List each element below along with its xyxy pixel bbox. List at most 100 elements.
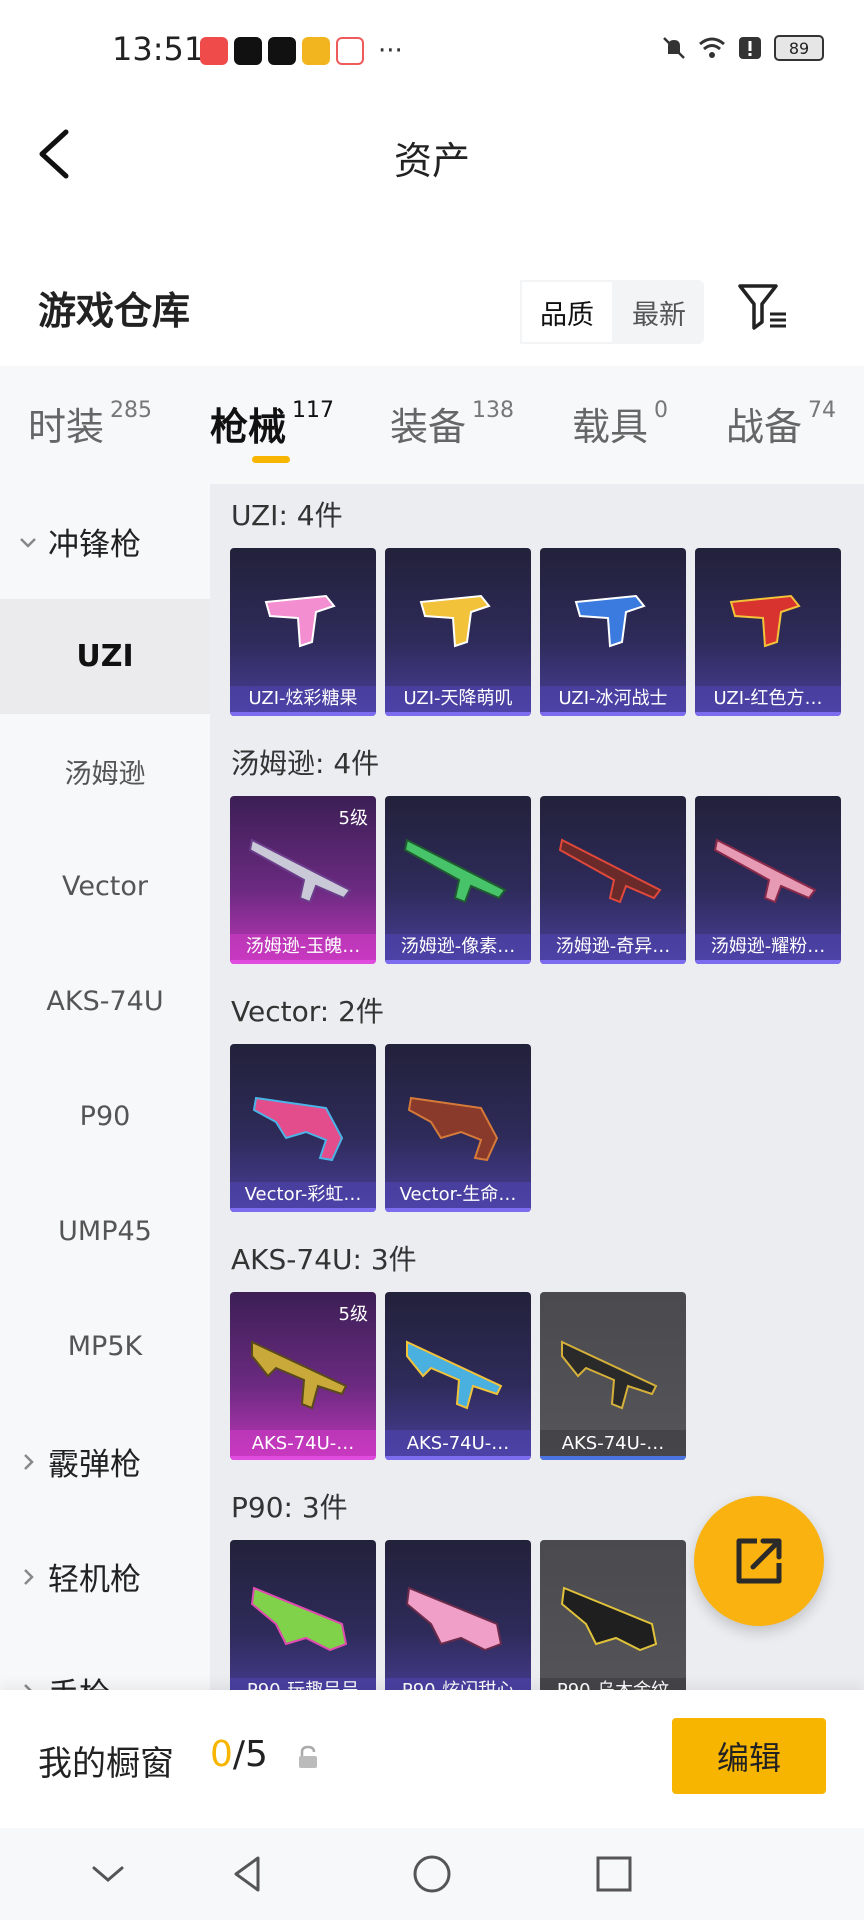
skin-name: UZI-冰河战士 bbox=[558, 688, 668, 709]
nav-back-icon[interactable] bbox=[224, 1850, 272, 1898]
tab-label: 战备 bbox=[726, 405, 803, 449]
system-icons: 89 bbox=[660, 34, 824, 62]
p90-skin-icon bbox=[560, 1586, 658, 1652]
showcase-total: /5 bbox=[232, 1734, 268, 1775]
tab-count: 285 bbox=[110, 398, 153, 423]
skin-name: AKS-74U-… bbox=[406, 1433, 510, 1454]
sidebar-group-shotgun[interactable]: 霰弹枪 bbox=[0, 1404, 210, 1519]
skin-name: P90-乌木金纹 bbox=[540, 1676, 686, 1690]
lock-icon bbox=[299, 1745, 317, 1768]
skin-card[interactable]: 汤姆逊-像素… bbox=[385, 796, 531, 964]
group-title-vector: Vector: 2件 bbox=[231, 995, 384, 1028]
sidebar-group-label: 霰弹枪 bbox=[48, 1447, 141, 1483]
sidebar-group-label: 冲锋枪 bbox=[48, 527, 141, 563]
sort-latest-button[interactable]: 最新 bbox=[614, 280, 704, 344]
skin-card[interactable]: UZI-冰河战士 bbox=[540, 548, 686, 716]
sidebar-item-mp5k[interactable]: MP5K bbox=[0, 1289, 210, 1404]
skin-card[interactable]: P90-乌木金纹 bbox=[540, 1540, 686, 1690]
p90-skin-icon bbox=[250, 1586, 348, 1652]
notification-icons: ··· bbox=[200, 36, 403, 66]
active-tab-indicator bbox=[252, 456, 290, 463]
skin-name: 汤姆逊-耀粉… bbox=[710, 936, 826, 957]
vector-skin-icon bbox=[407, 1096, 499, 1162]
app-notification-icon bbox=[200, 37, 228, 65]
skin-name: UZI-天降萌叽 bbox=[403, 688, 513, 709]
more-notifications: ··· bbox=[378, 36, 403, 66]
thompson-skin-icon bbox=[713, 838, 817, 904]
p90-skin-icon bbox=[405, 1586, 503, 1652]
skin-card[interactable]: AKS-74U-… bbox=[385, 1292, 531, 1460]
showcase-bar: 我的橱窗 0/5 编辑 bbox=[0, 1690, 864, 1828]
tab-equipment[interactable]: 装备 138 bbox=[390, 396, 514, 451]
skin-card[interactable]: Vector-生命… bbox=[385, 1044, 531, 1212]
page-title: 资产 bbox=[393, 139, 470, 183]
skin-card[interactable]: P90-炫闪甜心 bbox=[385, 1540, 531, 1690]
tab-firearms[interactable]: 枪械 117 bbox=[210, 396, 334, 451]
chevron-right-icon bbox=[24, 1683, 33, 1690]
skin-name: AKS-74U-… bbox=[251, 1433, 355, 1454]
group-title-uzi: UZI: 4件 bbox=[231, 499, 343, 532]
sidebar-group-pistol[interactable]: 手枪 bbox=[0, 1634, 210, 1690]
section-header: 游戏仓库 品质 最新 bbox=[0, 250, 864, 350]
uzi-skin-icon bbox=[574, 594, 646, 648]
skin-card[interactable]: 5级 汤姆逊-玉魄… bbox=[230, 796, 376, 964]
sidebar-item-thompson[interactable]: 汤姆逊 bbox=[0, 714, 210, 829]
showcase-count: 0/5 bbox=[210, 1734, 268, 1775]
sort-toggle: 品质 最新 bbox=[520, 280, 704, 344]
skin-card[interactable]: P90-玩趣呈呈 bbox=[230, 1540, 376, 1690]
tab-label: 枪械 bbox=[210, 405, 287, 449]
skin-name: AKS-74U-… bbox=[561, 1433, 665, 1454]
group-title-aks74u: AKS-74U: 3件 bbox=[231, 1243, 417, 1276]
sidebar-group-label: 轻机枪 bbox=[48, 1562, 141, 1598]
edit-button[interactable]: 编辑 bbox=[672, 1718, 826, 1794]
nav-home-icon[interactable] bbox=[408, 1850, 456, 1898]
tab-count: 74 bbox=[808, 398, 837, 423]
skin-card[interactable]: UZI-红色方… bbox=[695, 548, 841, 716]
skin-card[interactable]: Vector-彩虹… bbox=[230, 1044, 376, 1212]
skin-card[interactable]: UZI-炫彩糖果 bbox=[230, 548, 376, 716]
showcase-current: 0 bbox=[210, 1734, 233, 1775]
tab-count: 138 bbox=[472, 398, 515, 423]
nav-recent-icon[interactable] bbox=[590, 1850, 638, 1898]
uzi-skin-icon bbox=[264, 594, 336, 648]
skin-card[interactable]: 汤姆逊-耀粉… bbox=[695, 796, 841, 964]
sidebar-group-lmg[interactable]: 轻机枪 bbox=[0, 1519, 210, 1634]
skin-card[interactable]: AKS-74U-… bbox=[540, 1292, 686, 1460]
skin-name: UZI-红色方… bbox=[713, 688, 823, 709]
skin-name: P90-玩趣呈呈 bbox=[230, 1676, 376, 1690]
tab-fashion[interactable]: 时装 285 bbox=[28, 396, 152, 451]
skin-card[interactable]: 5级 AKS-74U-… bbox=[230, 1292, 376, 1460]
sidebar-group-smg[interactable]: 冲锋枪 bbox=[0, 484, 210, 599]
sidebar-item-uzi[interactable]: UZI bbox=[0, 599, 210, 714]
aks74u-skin-icon bbox=[251, 1340, 348, 1410]
tab-vehicles[interactable]: 载具 0 bbox=[572, 396, 668, 451]
status-time: 13:51 bbox=[112, 30, 205, 68]
filter-icon[interactable] bbox=[736, 280, 792, 336]
uzi-skin-icon bbox=[729, 594, 801, 648]
category-tabs: 时装 285 枪械 117 装备 138 载具 0 战备 74 bbox=[0, 366, 864, 484]
chevron-down-icon[interactable] bbox=[84, 1850, 132, 1898]
share-icon bbox=[736, 1538, 782, 1584]
skin-card[interactable]: 汤姆逊-奇异… bbox=[540, 796, 686, 964]
status-bar: 13:51 ··· 89 bbox=[0, 0, 864, 100]
sort-quality-button[interactable]: 品质 bbox=[520, 280, 614, 344]
aks74u-skin-icon bbox=[406, 1340, 503, 1410]
group-title-p90: P90: 3件 bbox=[231, 1491, 348, 1524]
sidebar-item-p90[interactable]: P90 bbox=[0, 1059, 210, 1174]
nav-bar: 资产 bbox=[0, 100, 864, 210]
skin-name: Vector-生命… bbox=[399, 1184, 517, 1205]
battery-icon: 89 bbox=[774, 35, 824, 61]
sidebar-item-aks74u[interactable]: AKS-74U bbox=[0, 944, 210, 1059]
sidebar-item-ump45[interactable]: UMP45 bbox=[0, 1174, 210, 1289]
tab-supplies[interactable]: 战备 74 bbox=[726, 396, 836, 451]
sidebar-item-vector[interactable]: Vector bbox=[0, 829, 210, 944]
aks74u-skin-icon bbox=[561, 1340, 658, 1410]
chevron-down-icon bbox=[20, 537, 36, 548]
weapon-category-sidebar: 冲锋枪 UZI 汤姆逊 Vector AKS-74U P90 UMP45 MP5… bbox=[0, 484, 210, 1690]
share-button[interactable] bbox=[694, 1496, 824, 1626]
skin-card[interactable]: UZI-天降萌叽 bbox=[385, 548, 531, 716]
skin-name: 汤姆逊-奇异… bbox=[555, 936, 671, 957]
skin-name: UZI-炫彩糖果 bbox=[248, 688, 358, 709]
section-title: 游戏仓库 bbox=[38, 289, 191, 333]
showcase-label: 我的橱窗 bbox=[38, 1744, 174, 1784]
